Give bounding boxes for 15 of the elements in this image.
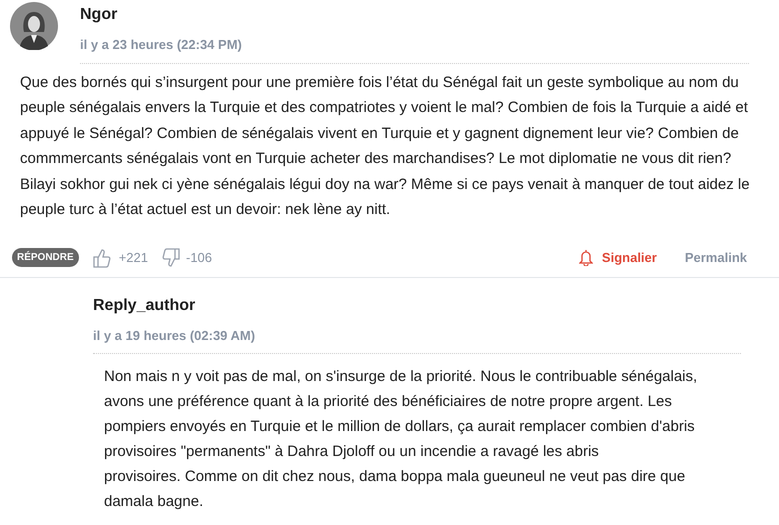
permalink-link[interactable]: Permalink bbox=[684, 248, 747, 268]
avatar-icon bbox=[10, 2, 58, 50]
reply-text: Non mais n y voit pas de mal, on s'insurge de la priorité. Nous le contribuable sénégalais, avons une préférence quant à la priorité des bénéficiaires de notre propre argent. Les pompiers envoyés en Turquie et le million de dollars, ça aurait remplacer combien d'abris provisoires "permanents" à Dahra Djoloff ou un incendie a ravagé les abris provisoires. Comme on dit chez nous, dama boppa mala gueuneul ne veut pas dire que damala bagne. bbox=[103, 367, 698, 512]
thumbs-up-icon[interactable] bbox=[92, 248, 111, 268]
comment-time: il y a 23 heures (22:34 PM) bbox=[80, 36, 243, 54]
thumbs-down-icon[interactable] bbox=[162, 248, 180, 268]
author-name: Reply_author bbox=[93, 296, 196, 316]
report-link[interactable]: Signalier bbox=[602, 248, 657, 268]
downvote-count: -106 bbox=[186, 248, 212, 267]
upvote-count: +221 bbox=[118, 248, 148, 267]
bell-icon[interactable] bbox=[578, 249, 593, 266]
reply-button[interactable]: RÉPONDRE bbox=[12, 248, 79, 267]
comment-time: il y a 19 heures (02:39 AM) bbox=[93, 326, 256, 345]
comment-text: Que des bornés qui s’insurgent pour une première fois l’état du Sénégal fait un geste symbolique au nom du peuple sénégalais envers la Turquie et des compatriotes y voient le mal? Combien de fois la Turquie a aidé et appuyé le Sénégal? Combien de sénégalais vivent en Turquie et y gagnent dignement leur vie? Combien de commmercants sénégalais vont en Turquie acheter des marchandises? Le mot diplomatie ne vous dit rien? Bilayi sokhor gui nek ci yène sénégalais légui doy na war? Même si ce pays venait à manquer de tout aidez le peuple turc à l’état actuel est un devoir: nek lène ay nitt. bbox=[19, 72, 751, 220]
author-name: Ngor bbox=[80, 5, 118, 25]
